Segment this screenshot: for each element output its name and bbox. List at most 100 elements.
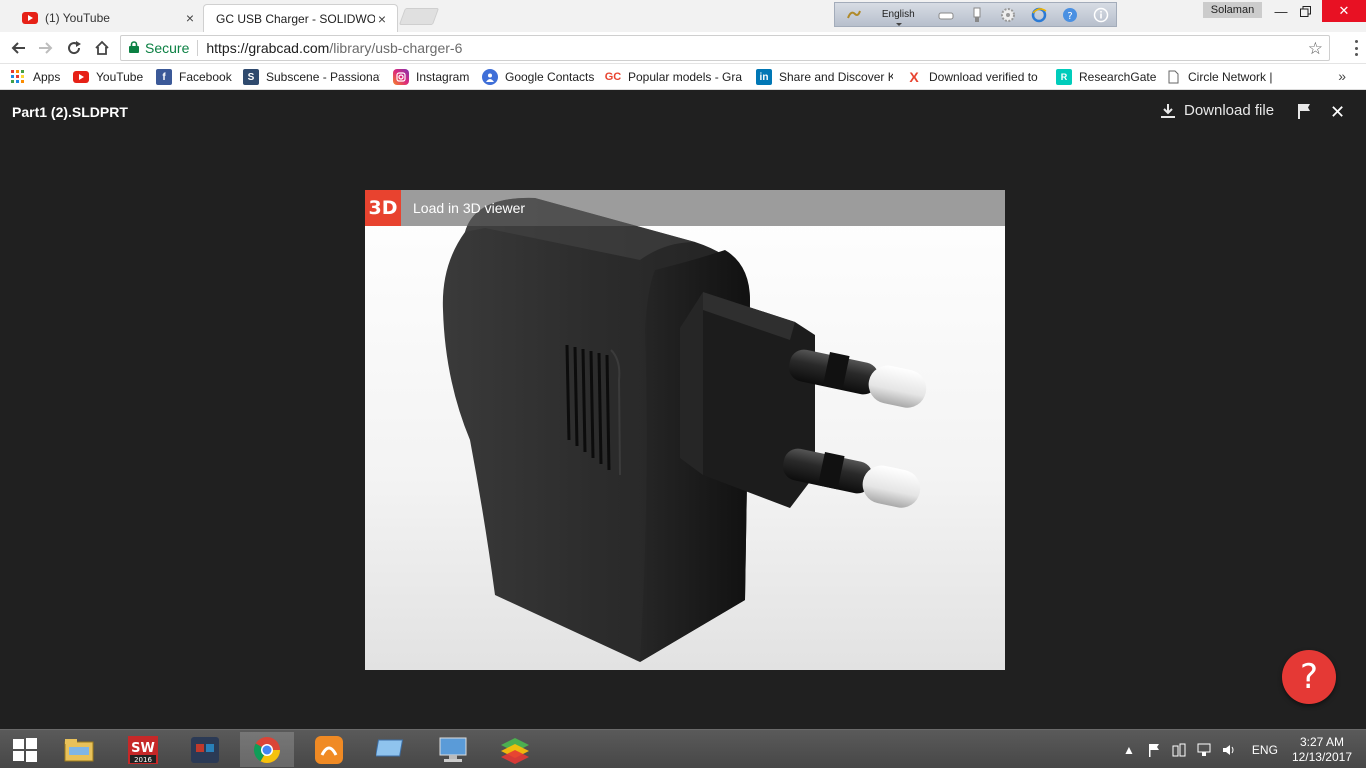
bookmark-youtube[interactable]: YouTube <box>73 68 143 86</box>
bookmark-label: Instagram <box>416 70 470 84</box>
svg-text:?: ? <box>1067 11 1072 22</box>
contacts-icon <box>482 69 498 85</box>
bookmark-label: Popular models - Gra <box>628 70 743 84</box>
address-bar[interactable]: Secure https://grabcad.com/library/usb-c… <box>120 35 1330 61</box>
info-icon[interactable] <box>1091 6 1110 24</box>
chrome-icon[interactable] <box>240 732 294 767</box>
bluestacks-icon[interactable] <box>488 732 542 767</box>
tab-strip: (1) YouTube × GC USB Charger - SOLIDWO ×… <box>0 0 1366 32</box>
youtube-icon <box>73 69 89 85</box>
bookmark-label: ResearchGate <box>1079 70 1157 84</box>
system-tray: ▲ ENG 3:27 AM 12/13/2017 <box>1113 730 1366 768</box>
bookmark-circle-network[interactable]: Circle Network | <box>1165 68 1277 86</box>
url-text: https://grabcad.com/library/usb-charger-… <box>206 40 463 56</box>
browser-menu-icon[interactable] <box>1354 40 1358 56</box>
bookmarks-overflow-icon[interactable]: » <box>1338 68 1346 84</box>
facebook-icon: f <box>156 69 172 85</box>
bookmark-label: YouTube <box>96 70 144 84</box>
tab-youtube[interactable]: (1) YouTube × <box>10 4 205 32</box>
download-icon <box>1161 103 1175 118</box>
keyboard-icon[interactable] <box>937 6 956 24</box>
reload-icon[interactable] <box>63 37 85 59</box>
dictionary-app-icon[interactable] <box>178 732 232 767</box>
browser-toolbar: Secure https://grabcad.com/library/usb-c… <box>0 32 1366 64</box>
back-icon[interactable] <box>7 37 29 59</box>
bookmark-download-verified[interactable]: X Download verified to <box>906 68 1043 86</box>
clock[interactable]: 3:27 AM 12/13/2017 <box>1292 735 1352 765</box>
bookmark-star-icon[interactable]: ☆ <box>1308 39 1323 59</box>
lock-icon <box>129 40 139 56</box>
bookmark-label: Google Contacts <box>505 70 595 84</box>
ie-icon[interactable] <box>1029 6 1048 24</box>
tab-close-icon[interactable]: × <box>375 12 389 26</box>
window-close-icon[interactable]: ✕ <box>1322 0 1366 22</box>
grabcad-icon: GC <box>605 71 622 83</box>
tab-close-icon[interactable]: × <box>183 11 197 25</box>
bookmark-label: Download verified to <box>929 70 1038 84</box>
bookmark-label: Subscene - Passionat <box>266 70 380 84</box>
language-selector[interactable]: English <box>882 9 915 26</box>
volume-icon[interactable] <box>1220 741 1238 759</box>
new-tab-button[interactable] <box>398 8 440 25</box>
bookmark-apps[interactable]: Apps <box>10 68 60 86</box>
tab-grabcad[interactable]: GC USB Charger - SOLIDWO × <box>203 4 398 32</box>
bookmark-facebook[interactable]: f Facebook <box>156 68 232 86</box>
windows-taskbar: SW 2016 ▲ ENG 3:27 AM 12/13/2017 <box>0 729 1366 768</box>
flag-icon[interactable] <box>1145 741 1163 759</box>
profile-chip[interactable]: Solaman <box>1203 2 1262 18</box>
remote-desktop-icon[interactable] <box>364 732 418 767</box>
help-icon[interactable]: ? <box>1060 6 1079 24</box>
bookmark-label: Apps <box>33 70 61 84</box>
usb-charger-render <box>442 197 927 662</box>
bookmark-grabcad[interactable]: GC Popular models - Gra <box>605 68 743 86</box>
show-hidden-icons-icon[interactable]: ▲ <box>1120 741 1138 759</box>
bookmark-instagram[interactable]: Instagram <box>393 68 469 86</box>
close-viewer-icon[interactable]: ✕ <box>1330 103 1345 121</box>
researchgate-icon: R <box>1056 69 1072 85</box>
apps-grid-icon <box>10 69 26 85</box>
language-toolbar: English ? <box>834 2 1117 27</box>
svg-text:2016: 2016 <box>134 756 152 764</box>
help-button[interactable]: ? <box>1282 650 1336 704</box>
clock-time: 3:27 AM <box>1299 734 1344 749</box>
load-3d-viewer-link[interactable]: Load in 3D viewer <box>413 200 525 216</box>
page-icon <box>1165 69 1181 85</box>
bookmarks-bar: Apps YouTube f Facebook S Subscene - Pas… <box>0 64 1366 90</box>
restore-icon[interactable] <box>1290 0 1320 22</box>
flag-icon[interactable] <box>1297 103 1311 122</box>
load-3d-viewer-bar[interactable]: 3D Load in 3D viewer <box>365 190 1005 226</box>
file-viewer-page: Part1 (2).SLDPRT Download file ✕ 3D Load… <box>0 91 1366 729</box>
dictionary-icon[interactable] <box>845 6 864 24</box>
forward-icon[interactable] <box>35 37 57 59</box>
home-icon[interactable] <box>91 37 113 59</box>
secure-label: Secure <box>145 40 190 56</box>
device-icon[interactable] <box>1170 741 1188 759</box>
download-file-button[interactable]: Download file <box>1160 102 1274 119</box>
gear-icon[interactable] <box>998 6 1017 24</box>
brush-icon[interactable] <box>968 6 987 24</box>
clock-date: 12/13/2017 <box>1291 749 1352 764</box>
svg-text:SW: SW <box>131 741 155 756</box>
linkedin-icon: in <box>756 69 772 85</box>
uc-browser-icon[interactable] <box>302 732 356 767</box>
download-label: Download file <box>1184 102 1275 119</box>
computer-icon[interactable] <box>426 732 480 767</box>
network-icon[interactable] <box>1195 741 1213 759</box>
tab-title: GC USB Charger - SOLIDWO <box>216 11 375 26</box>
bookmark-label: Facebook <box>179 70 232 84</box>
windows-start-icon[interactable] <box>0 732 50 767</box>
3d-badge: 3D <box>365 190 401 226</box>
bookmark-linkedin[interactable]: in Share and Discover K <box>756 68 893 86</box>
model-preview[interactable]: 3D Load in 3D viewer <box>365 190 1005 670</box>
bookmark-researchgate[interactable]: R ResearchGate <box>1056 68 1156 86</box>
instagram-icon <box>393 69 409 85</box>
input-language-indicator[interactable]: ENG <box>1252 743 1278 757</box>
bookmark-google-contacts[interactable]: Google Contacts <box>482 68 594 86</box>
subscene-icon: S <box>243 69 259 85</box>
x-icon: X <box>909 69 919 85</box>
bookmark-label: Circle Network | <box>1188 70 1273 84</box>
solidworks-icon[interactable]: SW 2016 <box>116 732 170 767</box>
bookmark-subscene[interactable]: S Subscene - Passionat <box>243 68 380 86</box>
bookmark-label: Share and Discover K <box>779 70 893 84</box>
file-explorer-icon[interactable] <box>52 732 106 767</box>
